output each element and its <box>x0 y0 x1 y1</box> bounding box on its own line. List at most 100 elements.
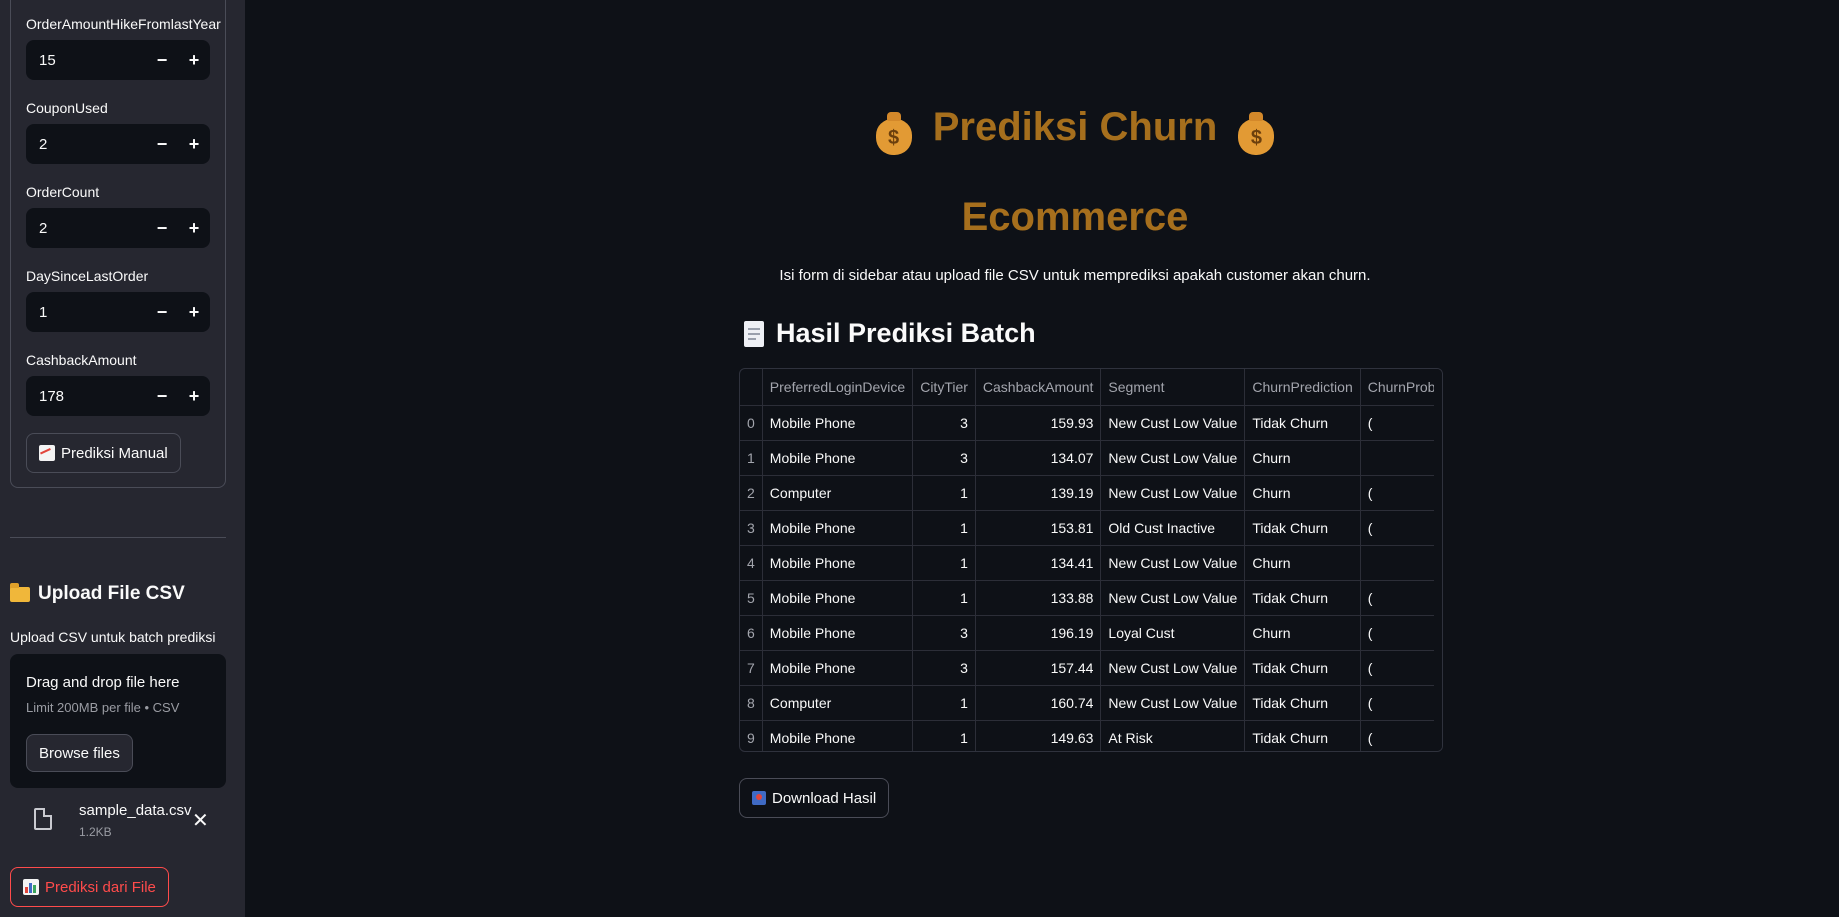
table-cell[interactable]: ( <box>1360 405 1442 441</box>
table-row[interactable]: 4 Mobile Phone 1 134.41 New Cust Low Value Ch… <box>740 545 1442 581</box>
browse-files-button[interactable]: Browse files <box>26 734 133 772</box>
table-cell[interactable]: Mobile Phone <box>762 510 914 546</box>
table-cell[interactable]: 134.07 <box>975 440 1102 476</box>
table-cell[interactable]: Tidak Churn <box>1244 510 1361 546</box>
table-cell[interactable]: 134.41 <box>975 545 1102 581</box>
table-row[interactable]: 0 Mobile Phone 3 159.93 New Cust Low Value Ti… <box>740 405 1442 441</box>
decrement-button[interactable]: − <box>146 292 178 332</box>
order-count-input[interactable]: 2 − + <box>26 208 210 248</box>
table-cell[interactable]: Mobile Phone <box>762 615 914 651</box>
column-header[interactable]: ChurnPrediction <box>1244 369 1361 406</box>
table-cell[interactable]: ( <box>1360 720 1442 751</box>
table-cell[interactable]: 1 <box>912 545 976 581</box>
table-cell[interactable]: New Cust Low Value <box>1100 545 1246 581</box>
table-cell[interactable]: New Cust Low Value <box>1100 405 1246 441</box>
table-cell[interactable]: ( <box>1360 685 1442 721</box>
predict-from-file-button[interactable]: Prediksi dari File <box>10 867 169 907</box>
table-row[interactable]: 1 Mobile Phone 3 134.07 New Cust Low Value Ch… <box>740 440 1442 476</box>
order-count-value[interactable]: 2 <box>26 220 146 237</box>
table-cell[interactable]: 3 <box>912 615 976 651</box>
table-cell[interactable]: 0 <box>740 405 763 441</box>
table-cell[interactable]: Mobile Phone <box>762 545 914 581</box>
table-cell[interactable]: ( <box>1360 510 1442 546</box>
table-cell[interactable]: ( <box>1360 580 1442 616</box>
column-header[interactable]: CashbackAmount <box>975 369 1102 406</box>
table-cell[interactable]: Mobile Phone <box>762 580 914 616</box>
column-header[interactable]: CityTier <box>912 369 976 406</box>
table-cell[interactable]: New Cust Low Value <box>1100 580 1246 616</box>
table-row[interactable]: 7 Mobile Phone 3 157.44 New Cust Low Value Ti… <box>740 650 1442 686</box>
increment-button[interactable]: + <box>178 124 210 164</box>
table-cell[interactable]: Tidak Churn <box>1244 685 1361 721</box>
remove-file-icon[interactable]: ✕ <box>192 808 209 833</box>
table-cell[interactable]: New Cust Low Value <box>1100 440 1246 476</box>
table-cell[interactable]: 1 <box>740 440 763 476</box>
table-cell[interactable]: Mobile Phone <box>762 440 914 476</box>
table-cell[interactable]: Churn <box>1244 615 1361 651</box>
table-cell[interactable]: 3 <box>740 510 763 546</box>
table-cell[interactable]: New Cust Low Value <box>1100 475 1246 511</box>
table-cell[interactable]: New Cust Low Value <box>1100 650 1246 686</box>
table-cell[interactable]: 1 <box>912 685 976 721</box>
table-cell[interactable]: 139.19 <box>975 475 1102 511</box>
table-row[interactable]: 2 Computer 1 139.19 New Cust Low Value Churn( <box>740 475 1442 511</box>
table-cell[interactable] <box>1360 440 1442 476</box>
table-cell[interactable]: Churn <box>1244 440 1361 476</box>
table-cell[interactable]: ( <box>1360 615 1442 651</box>
table-cell[interactable]: Mobile Phone <box>762 650 914 686</box>
table-cell[interactable]: 5 <box>740 580 763 616</box>
file-dropzone[interactable]: Drag and drop file here Limit 200MB per … <box>10 654 226 788</box>
table-cell[interactable]: 160.74 <box>975 685 1102 721</box>
column-header[interactable]: ChurnProb <box>1360 369 1442 406</box>
table-cell[interactable]: 153.81 <box>975 510 1102 546</box>
table-cell[interactable]: Tidak Churn <box>1244 720 1361 751</box>
table-cell[interactable]: New Cust Low Value <box>1100 685 1246 721</box>
table-cell[interactable]: 1 <box>912 510 976 546</box>
day-since-last-order-value[interactable]: 1 <box>26 304 146 321</box>
table-cell[interactable]: 1 <box>912 580 976 616</box>
order-amount-hike-value[interactable]: 15 <box>26 52 146 69</box>
table-cell[interactable]: 9 <box>740 720 763 751</box>
increment-button[interactable]: + <box>178 292 210 332</box>
column-header[interactable]: PreferredLoginDevice <box>762 369 914 406</box>
table-cell[interactable]: 159.93 <box>975 405 1102 441</box>
cashback-amount-value[interactable]: 178 <box>26 388 146 405</box>
table-cell[interactable]: Loyal Cust <box>1100 615 1246 651</box>
table-row[interactable]: 9 Mobile Phone 1 149.63 At Risk Tidak Churn( <box>740 720 1442 751</box>
table-cell[interactable]: 1 <box>912 720 976 751</box>
table-cell[interactable]: 157.44 <box>975 650 1102 686</box>
table-cell[interactable]: ( <box>1360 650 1442 686</box>
table-cell[interactable]: Churn <box>1244 475 1361 511</box>
table-cell[interactable]: Tidak Churn <box>1244 650 1361 686</box>
table-cell[interactable]: Tidak Churn <box>1244 580 1361 616</box>
order-amount-hike-input[interactable]: 15 − + <box>26 40 210 80</box>
increment-button[interactable]: + <box>178 376 210 416</box>
table-cell[interactable]: 6 <box>740 615 763 651</box>
table-cell[interactable]: Computer <box>762 475 914 511</box>
table-cell[interactable]: 149.63 <box>975 720 1102 751</box>
table-cell[interactable]: 196.19 <box>975 615 1102 651</box>
table-cell[interactable]: Tidak Churn <box>1244 405 1361 441</box>
table-cell[interactable]: At Risk <box>1100 720 1246 751</box>
table-cell[interactable]: 3 <box>912 405 976 441</box>
table-cell[interactable]: Mobile Phone <box>762 405 914 441</box>
table-cell[interactable]: 8 <box>740 685 763 721</box>
increment-button[interactable]: + <box>178 40 210 80</box>
cashback-amount-input[interactable]: 178 − + <box>26 376 210 416</box>
table-cell[interactable]: Churn <box>1244 545 1361 581</box>
table-cell[interactable]: 2 <box>740 475 763 511</box>
predict-manual-button[interactable]: Prediksi Manual <box>26 433 181 473</box>
table-cell[interactable]: 4 <box>740 545 763 581</box>
column-header[interactable] <box>740 369 763 406</box>
results-table[interactable]: PreferredLoginDevice CityTier CashbackAm… <box>739 368 1443 752</box>
day-since-last-order-input[interactable]: 1 − + <box>26 292 210 332</box>
table-cell[interactable]: ( <box>1360 475 1442 511</box>
table-cell[interactable]: 1 <box>912 475 976 511</box>
table-cell[interactable]: Old Cust Inactive <box>1100 510 1246 546</box>
table-cell[interactable]: 3 <box>912 440 976 476</box>
table-row[interactable]: 3 Mobile Phone 1 153.81 Old Cust Inactive Tid… <box>740 510 1442 546</box>
table-cell[interactable]: Mobile Phone <box>762 720 914 751</box>
decrement-button[interactable]: − <box>146 124 178 164</box>
table-row[interactable]: 8 Computer 1 160.74 New Cust Low Value Tidak … <box>740 685 1442 721</box>
table-cell[interactable]: 133.88 <box>975 580 1102 616</box>
